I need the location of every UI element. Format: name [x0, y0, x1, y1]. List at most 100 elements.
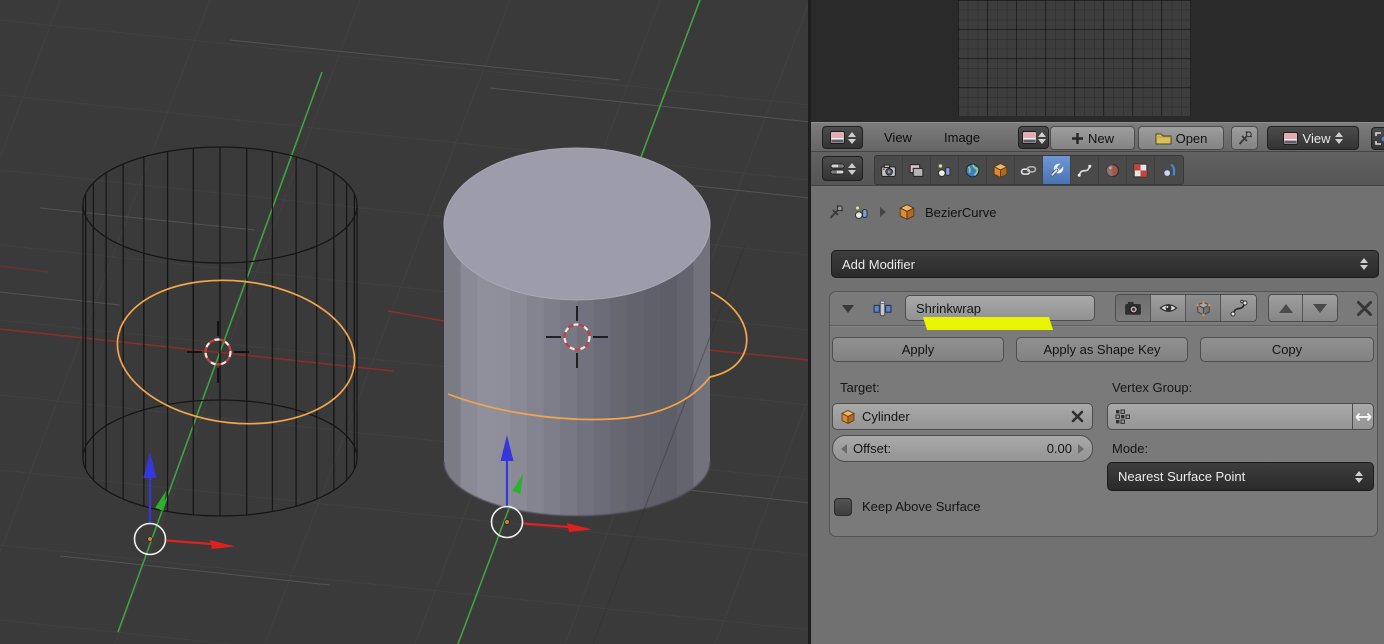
image-datablock-browse-button[interactable]	[1018, 126, 1049, 149]
image-editor-header: View Image New Open	[811, 122, 1384, 152]
target-object-field[interactable]: Cylinder	[832, 403, 1093, 430]
mode-value: Nearest Surface Point	[1118, 469, 1245, 484]
tab-material[interactable]	[1099, 156, 1127, 184]
image-editor-grid	[958, 0, 1191, 116]
slider-increase-icon[interactable]	[1078, 444, 1084, 454]
tab-texture[interactable]	[1127, 156, 1155, 184]
chain-icon	[1020, 162, 1037, 179]
image-editor-canvas[interactable]	[811, 0, 1384, 122]
scene-icon	[936, 162, 953, 179]
shrinkwrap-modifier-icon	[872, 298, 893, 319]
add-modifier-label: Add Modifier	[842, 257, 915, 272]
shrinkwrap-modifier-panel: Apply Apply as Shape Key Copy Target: Ve…	[829, 291, 1378, 537]
new-image-button[interactable]: New	[1050, 126, 1135, 150]
cube-icon	[840, 409, 856, 425]
viewport-visibility-toggle[interactable]	[1151, 295, 1186, 321]
chevron-up-down-icon	[1038, 132, 1046, 144]
vertex-group-icon	[1115, 409, 1130, 424]
render-visibility-toggle[interactable]	[1116, 295, 1151, 321]
image-editor-icon	[830, 131, 846, 145]
open-image-button[interactable]: Open	[1138, 126, 1224, 150]
properties-tabs	[874, 155, 1184, 185]
tab-scene[interactable]	[931, 156, 959, 184]
scene-context-icon[interactable]	[853, 204, 870, 221]
chevron-up-down-icon	[1335, 132, 1343, 144]
editor-type-button[interactable]	[822, 126, 863, 149]
new-image-label: New	[1088, 131, 1114, 146]
tab-constraints[interactable]	[1015, 156, 1043, 184]
object-icon	[898, 203, 916, 221]
close-icon	[1356, 300, 1373, 317]
open-image-label: Open	[1176, 131, 1208, 146]
collapse-panel-button[interactable]	[842, 305, 854, 313]
copy-button[interactable]: Copy	[1200, 337, 1374, 362]
copy-label: Copy	[1272, 342, 1302, 357]
vertex-group-field[interactable]	[1107, 403, 1353, 430]
tab-render[interactable]	[875, 156, 903, 184]
camera-icon	[880, 162, 897, 179]
spline-icon	[1230, 299, 1248, 317]
solid-cylinder	[444, 148, 711, 530]
breadcrumb-arrow-icon	[880, 207, 886, 217]
blender-window: View Image New Open	[0, 0, 1384, 644]
yellow-highlight-annotation	[923, 317, 1053, 330]
add-modifier-dropdown[interactable]: Add Modifier	[831, 250, 1379, 278]
offset-label: Offset:	[853, 441, 891, 456]
edit-mode-cube-icon	[1195, 300, 1212, 317]
view-mode-label: View	[1303, 131, 1331, 146]
mode-dropdown[interactable]: Nearest Surface Point	[1107, 462, 1374, 491]
vertex-group-label: Vertex Group:	[1112, 380, 1192, 395]
triangle-down-icon	[1313, 304, 1327, 313]
menu-image[interactable]: Image	[944, 130, 980, 145]
3d-viewport[interactable]	[0, 0, 810, 644]
right-column: View Image New Open	[811, 0, 1384, 644]
chevron-up-down-icon	[1360, 258, 1368, 270]
menu-view[interactable]: View	[884, 130, 912, 145]
delete-modifier-button[interactable]	[1354, 298, 1374, 318]
texture-icon	[1132, 162, 1149, 179]
view-mode-dropdown[interactable]: View	[1267, 126, 1359, 150]
move-modifier-up-button[interactable]	[1269, 295, 1303, 321]
apply-label: Apply	[902, 342, 935, 357]
move-modifier-down-button[interactable]	[1303, 295, 1337, 321]
material-icon	[1104, 162, 1121, 179]
clear-target-icon[interactable]	[1071, 410, 1084, 423]
physics-icon	[1161, 162, 1178, 179]
render-slot-button[interactable]	[1371, 127, 1384, 150]
tab-physics[interactable]	[1155, 156, 1183, 184]
pin-image-button[interactable]	[1231, 126, 1258, 150]
properties-header	[811, 152, 1384, 186]
breadcrumb: BezierCurve	[828, 201, 997, 223]
properties-editor-icon	[830, 162, 846, 176]
modifier-display-toggles	[1115, 294, 1257, 322]
apply-as-shape-key-label: Apply as Shape Key	[1043, 342, 1160, 357]
editor-type-button-properties[interactable]	[822, 156, 863, 181]
plus-icon	[1071, 132, 1084, 145]
apply-button[interactable]: Apply	[832, 337, 1004, 362]
edit-mode-visibility-toggle[interactable]	[1186, 295, 1221, 321]
layers-icon	[908, 162, 925, 179]
apply-on-spline-toggle[interactable]	[1221, 295, 1256, 321]
image-icon	[1283, 132, 1298, 145]
pin-icon[interactable]	[828, 204, 845, 221]
tab-object-data[interactable]	[1071, 156, 1099, 184]
chevron-up-down-icon	[848, 132, 856, 144]
object-name: BezierCurve	[925, 205, 997, 220]
tab-world[interactable]	[959, 156, 987, 184]
chevron-up-down-icon	[848, 163, 856, 175]
target-label: Target:	[840, 380, 880, 395]
keep-above-surface-checkbox[interactable]	[834, 498, 852, 516]
invert-vertex-group-button[interactable]	[1353, 403, 1374, 430]
apply-as-shape-key-button[interactable]: Apply as Shape Key	[1016, 337, 1188, 362]
swap-arrows-icon	[1355, 411, 1372, 423]
keep-above-surface-label: Keep Above Surface	[862, 499, 981, 514]
triangle-up-icon	[1279, 304, 1293, 313]
eye-icon	[1159, 301, 1178, 315]
target-object-value: Cylinder	[862, 409, 910, 424]
tab-modifiers[interactable]	[1043, 156, 1071, 184]
slider-decrease-icon[interactable]	[841, 444, 847, 454]
pin-icon	[1237, 130, 1253, 146]
tab-render-layers[interactable]	[903, 156, 931, 184]
offset-slider[interactable]: Offset: 0.00	[832, 435, 1093, 462]
tab-object[interactable]	[987, 156, 1015, 184]
